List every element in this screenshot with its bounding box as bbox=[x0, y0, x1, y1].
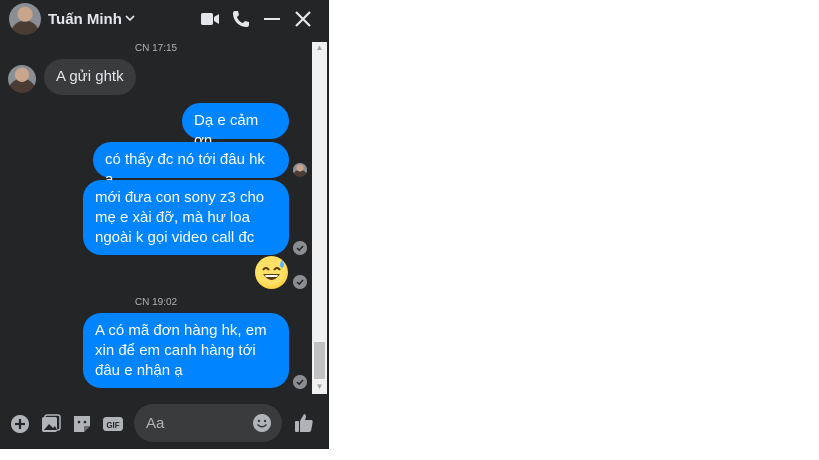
message-text-line: A có mã đơn hàng hk, em bbox=[95, 322, 267, 339]
contact-name[interactable]: Tuấn Minh bbox=[48, 11, 122, 28]
message-text-line: xin để em canh hàng tới bbox=[95, 342, 256, 359]
add-icon[interactable] bbox=[9, 413, 31, 435]
delivered-check-icon bbox=[293, 241, 307, 255]
message-outgoing[interactable]: Dạ e cảm ơn bbox=[182, 103, 289, 149]
svg-text:GIF: GIF bbox=[106, 421, 119, 430]
message-text-line: mới đưa con sony z3 cho bbox=[95, 189, 265, 206]
message-outgoing[interactable]: A có mã đơn hàng hk, em xin để em canh h… bbox=[83, 313, 289, 388]
contact-avatar-small[interactable] bbox=[8, 65, 36, 93]
emoji-sweat-smile-icon[interactable] bbox=[255, 256, 288, 289]
like-icon[interactable] bbox=[293, 412, 315, 434]
close-icon[interactable] bbox=[292, 8, 314, 30]
phone-icon[interactable] bbox=[230, 8, 252, 30]
seen-avatar bbox=[293, 163, 307, 177]
scroll-down-arrow-icon[interactable]: ▼ bbox=[312, 381, 327, 393]
chevron-down-icon[interactable] bbox=[124, 12, 136, 24]
message-text-line: đâu e nhận ạ bbox=[95, 362, 183, 379]
message-text-line: ngoài k gọi video call đc bbox=[95, 229, 255, 246]
minimize-icon[interactable] bbox=[261, 8, 283, 30]
scrollbar-thumb[interactable] bbox=[314, 342, 325, 379]
message-composer[interactable] bbox=[134, 404, 282, 442]
message-incoming[interactable]: A gửi ghtk bbox=[44, 59, 136, 95]
delivered-check-icon bbox=[293, 375, 307, 389]
message-text-line: mẹ e xài đỡ, mà hư loa bbox=[95, 209, 250, 226]
contact-avatar[interactable] bbox=[9, 3, 41, 35]
emoji-icon[interactable] bbox=[252, 413, 272, 433]
chat-header: Tuấn Minh bbox=[0, 0, 329, 39]
chat-window: Tuấn Minh CN 17:15 A gửi ghtk Dạ e cảm ơ… bbox=[0, 0, 329, 460]
message-outgoing[interactable]: có thấy đc nó tới đâu hk a bbox=[93, 142, 289, 188]
timestamp: CN 19:02 bbox=[134, 297, 178, 308]
message-outgoing[interactable]: mới đưa con sony z3 cho mẹ e xài đỡ, mà … bbox=[83, 180, 289, 255]
gif-icon[interactable]: GIF bbox=[102, 413, 124, 435]
message-input[interactable] bbox=[146, 413, 246, 433]
sticker-icon[interactable] bbox=[71, 413, 93, 435]
delivered-check-icon bbox=[293, 275, 307, 289]
message-text: A gửi ghtk bbox=[56, 68, 124, 85]
photo-icon[interactable] bbox=[40, 413, 62, 435]
video-call-icon[interactable] bbox=[199, 8, 221, 30]
scroll-up-arrow-icon[interactable]: ▲ bbox=[312, 42, 327, 54]
timestamp: CN 17:15 bbox=[134, 43, 178, 54]
